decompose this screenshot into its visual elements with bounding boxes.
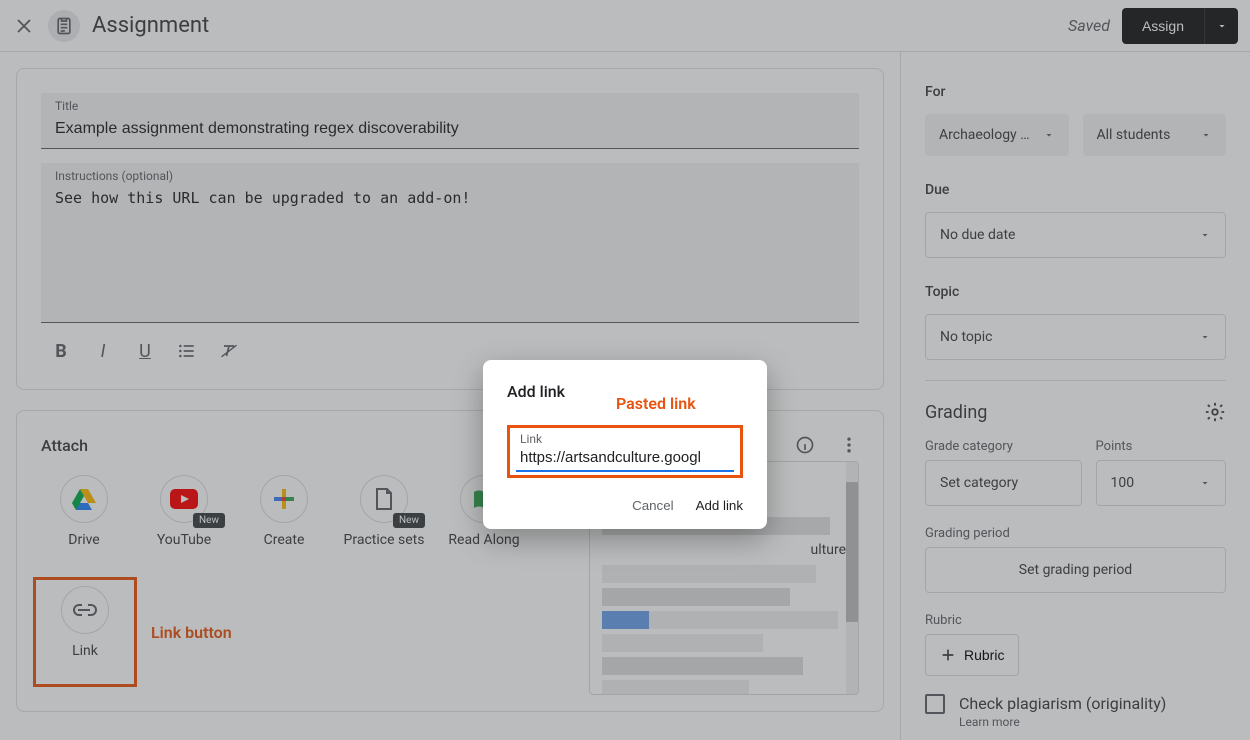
link-input[interactable] (516, 446, 734, 472)
annotation-pasted-link: Pasted link (616, 394, 696, 413)
link-field-highlight: Link (507, 425, 743, 478)
add-link-button[interactable]: Add link (696, 498, 743, 513)
add-link-modal: Add link Link Cancel Add link (483, 360, 767, 529)
link-field-label: Link (516, 432, 734, 446)
cancel-button[interactable]: Cancel (632, 498, 674, 513)
